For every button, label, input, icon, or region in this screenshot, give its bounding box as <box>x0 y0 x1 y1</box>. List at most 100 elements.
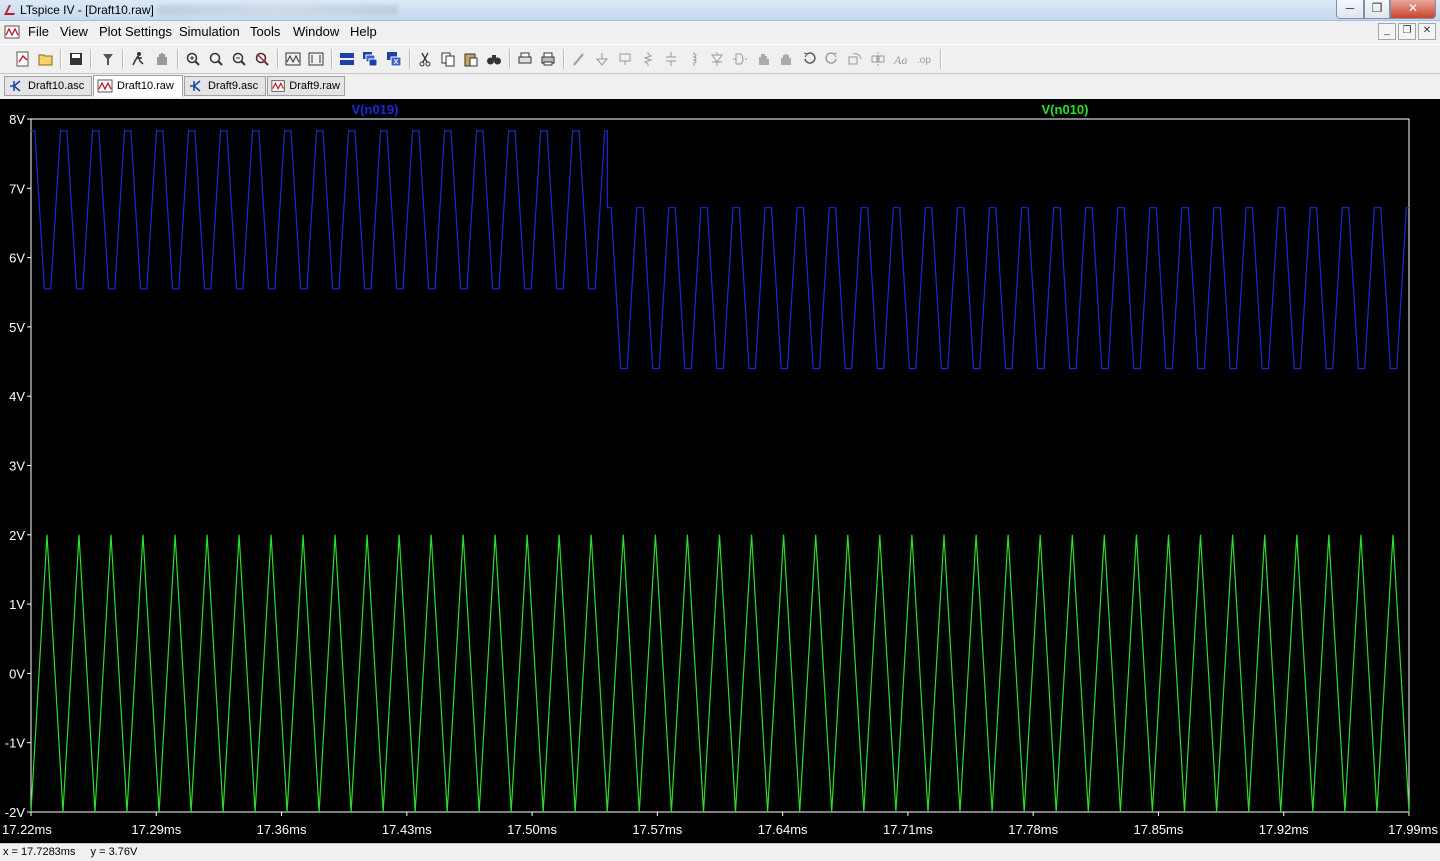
title-bar: LTspice IV - [Draft10.raw] ─ ❐ ✕ <box>0 0 1440 21</box>
y-tick-label: 1V <box>9 597 25 612</box>
y-tick-label: 5V <box>9 320 25 335</box>
component-icon[interactable] <box>730 49 750 69</box>
tab-draft9-asc[interactable]: Draft9.asc <box>184 76 266 96</box>
inductor-icon[interactable] <box>684 49 704 69</box>
waveform-icon <box>271 80 285 92</box>
x-tick-label: 17.78ms <box>1008 822 1058 837</box>
y-tick-label: 7V <box>9 181 25 196</box>
x-tick-label: 17.92ms <box>1259 822 1309 837</box>
ltspice-logo-icon <box>4 5 15 15</box>
paste-icon[interactable] <box>461 49 481 69</box>
zoom-in-icon[interactable] <box>183 49 203 69</box>
capacitor-icon[interactable] <box>661 49 681 69</box>
find-icon[interactable] <box>484 49 504 69</box>
menu-help[interactable]: Help <box>350 24 377 39</box>
x-tick-label: 17.99ms <box>1388 822 1438 837</box>
menu-tools[interactable]: Tools <box>250 24 280 39</box>
tile-horizontal-icon[interactable] <box>337 49 357 69</box>
x-tick-label: 17.22ms <box>2 822 52 837</box>
svg-text:Aa: Aa <box>893 53 907 67</box>
x-tick-label: 17.43ms <box>382 822 432 837</box>
trace-label: V(n010) <box>1042 102 1089 117</box>
y-tick-label: 6V <box>9 251 25 266</box>
cascade-icon[interactable] <box>360 49 380 69</box>
x-tick-label: 17.36ms <box>257 822 307 837</box>
zoom-full-icon[interactable] <box>206 49 226 69</box>
print-icon[interactable] <box>538 49 558 69</box>
y-tick-label: -1V <box>5 736 26 751</box>
mdi-close-button[interactable]: ✕ <box>1418 23 1436 40</box>
rotate-icon[interactable] <box>845 49 865 69</box>
menu-plot-settings[interactable]: Plot Settings <box>99 24 172 39</box>
tab-label: Draft10.asc <box>28 80 85 92</box>
move-icon[interactable] <box>753 49 773 69</box>
drag-icon[interactable] <box>776 49 796 69</box>
run-icon[interactable] <box>128 49 148 69</box>
series-line-v-n019- <box>31 130 1409 370</box>
zoom-out-icon[interactable] <box>229 49 249 69</box>
tab-draft10-asc[interactable]: Draft10.asc <box>4 76 92 96</box>
ground-icon[interactable] <box>592 49 612 69</box>
y-tick-label: 2V <box>9 528 25 543</box>
menu-file[interactable]: File <box>28 24 49 39</box>
copy-icon[interactable] <box>438 49 458 69</box>
open-icon[interactable] <box>36 49 56 69</box>
zoom-extents-icon[interactable] <box>306 49 326 69</box>
x-tick-label: 17.29ms <box>131 822 181 837</box>
waveform-plot-pane[interactable]: 8V 7V 6V 5V 4V 3V 2V 1V 0V -1V -2V 17.22ms 17.29ms 1… <box>0 99 1440 843</box>
tab-label: Draft9.raw <box>289 80 340 92</box>
x-tick-label: 17.57ms <box>632 822 682 837</box>
y-tick-label: 0V <box>9 666 25 681</box>
status-bar: x = 17.7283ms y = 3.76V <box>0 843 1440 861</box>
y-tick-label: 3V <box>9 459 25 474</box>
cursor-readout: x = 17.7283ms y = 3.76V <box>3 846 137 858</box>
x-tick-label: 17.50ms <box>507 822 557 837</box>
menu-window[interactable]: Window <box>293 24 339 39</box>
tab-label: Draft10.raw <box>117 80 174 92</box>
cursor-x-value: x = 17.7283ms <box>3 846 76 858</box>
tab-draft10-raw[interactable]: Draft10.raw <box>93 75 183 97</box>
schematic-icon <box>10 80 21 92</box>
close-button[interactable]: ✕ <box>1390 0 1436 19</box>
svg-text:.op: .op <box>917 55 931 66</box>
minimize-button[interactable]: ─ <box>1336 0 1364 19</box>
label-icon[interactable] <box>615 49 635 69</box>
waveform-plot[interactable]: 8V 7V 6V 5V 4V 3V 2V 1V 0V -1V -2V 17.22ms 17.29ms 1… <box>0 99 1440 843</box>
zoom-cancel-icon[interactable] <box>252 49 272 69</box>
undo-icon[interactable] <box>799 49 819 69</box>
window-title: LTspice IV - [Draft10.raw] <box>20 3 154 17</box>
trace-label: V(n019) <box>352 102 399 117</box>
menu-simulation[interactable]: Simulation <box>179 24 240 39</box>
tab-draft9-raw[interactable]: Draft9.raw <box>267 76 345 96</box>
x-tick-label: 17.85ms <box>1134 822 1184 837</box>
autorange-icon[interactable] <box>283 49 303 69</box>
halt-icon[interactable] <box>152 49 172 69</box>
new-schematic-icon[interactable] <box>13 49 33 69</box>
menu-view[interactable]: View <box>60 24 88 39</box>
document-tab-bar: Draft10.asc Draft10.raw Draft9.asc Draft… <box>0 74 1440 98</box>
redo-icon[interactable] <box>822 49 842 69</box>
blurred-title-region <box>158 5 398 15</box>
waveform-doc-icon[interactable] <box>4 24 20 40</box>
control-panel-icon[interactable] <box>98 49 118 69</box>
plot-frame <box>30 118 1410 813</box>
cut-icon[interactable] <box>415 49 435 69</box>
save-icon[interactable] <box>66 49 86 69</box>
x-tick-label: 17.71ms <box>883 822 933 837</box>
mdi-restore-button[interactable]: ❐ <box>1398 23 1416 40</box>
wire-icon[interactable] <box>569 49 589 69</box>
maximize-button[interactable]: ❐ <box>1364 0 1390 19</box>
cursor-y-value: y = 3.76V <box>90 846 138 858</box>
close-all-icon[interactable] <box>384 49 404 69</box>
spice-directive-icon[interactable]: .op <box>914 49 934 69</box>
resistor-icon[interactable] <box>638 49 658 69</box>
mdi-minimize-button[interactable]: _ <box>1378 23 1396 40</box>
tab-label: Draft9.asc <box>208 80 259 92</box>
text-icon[interactable]: Aa <box>891 49 911 69</box>
diode-icon[interactable] <box>707 49 727 69</box>
y-tick-label: 4V <box>9 389 25 404</box>
print-preview-icon[interactable] <box>515 49 535 69</box>
schematic-icon <box>190 80 201 92</box>
series-line-v-n010- <box>30 534 1410 813</box>
mirror-icon[interactable] <box>868 49 888 69</box>
